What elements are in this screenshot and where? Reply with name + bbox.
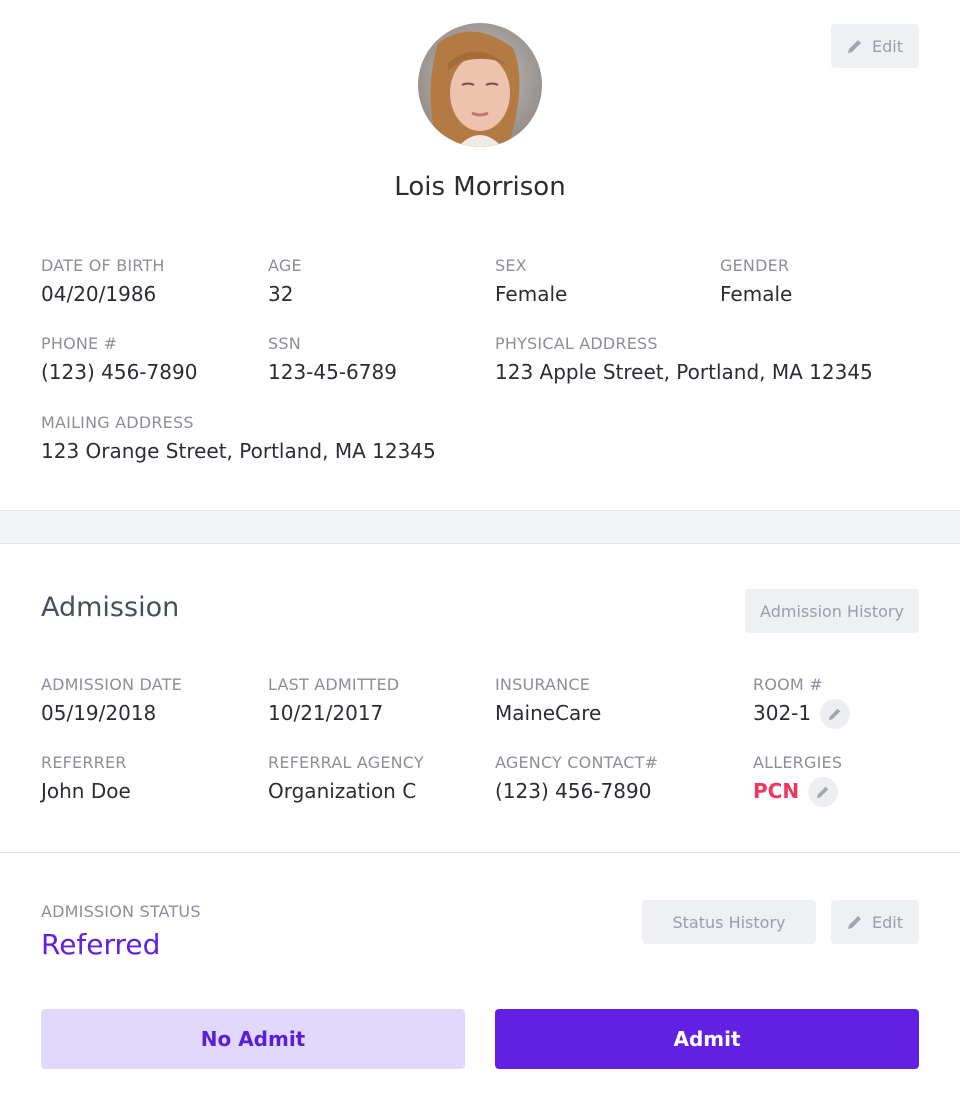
agency-contact-label: AGENCY CONTACT# — [495, 753, 659, 772]
physical-address-label: PHYSICAL ADDRESS — [495, 334, 658, 353]
edit-room-button[interactable] — [820, 699, 850, 729]
referral-agency-label: REFERRAL AGENCY — [268, 753, 424, 772]
age-label: AGE — [268, 256, 302, 275]
dob-value: 04/20/1986 — [41, 282, 157, 306]
pencil-icon — [828, 708, 841, 721]
no-admit-button[interactable]: No Admit — [41, 1009, 465, 1069]
phone-value: (123) 456-7890 — [41, 360, 198, 384]
admission-date-value: 05/19/2018 — [41, 701, 157, 725]
last-admitted-value: 10/21/2017 — [268, 701, 384, 725]
insurance-label: INSURANCE — [495, 675, 591, 694]
admission-history-label: Admission History — [760, 601, 904, 621]
status-divider — [0, 852, 960, 853]
age-value: 32 — [268, 282, 294, 306]
pencil-icon — [816, 786, 829, 799]
allergies-value: PCN — [753, 779, 800, 803]
section-divider — [0, 510, 960, 544]
phone-label: PHONE # — [41, 334, 118, 353]
mailing-address-label: MAILING ADDRESS — [41, 413, 194, 432]
edit-allergies-button[interactable] — [808, 777, 838, 807]
admit-label: Admit — [673, 1027, 741, 1051]
ssn-label: SSN — [268, 334, 301, 353]
status-edit-button[interactable]: Edit — [831, 900, 919, 944]
dob-label: DATE OF BIRTH — [41, 256, 165, 275]
patient-avatar — [418, 23, 542, 147]
admission-status-value: Referred — [41, 928, 161, 961]
patient-name: Lois Morrison — [394, 172, 566, 202]
physical-address-value: 123 Apple Street, Portland, MA 12345 — [495, 360, 873, 384]
pencil-icon — [848, 916, 861, 929]
profile-edit-button[interactable]: Edit — [831, 24, 919, 68]
admission-date-label: ADMISSION DATE — [41, 675, 182, 694]
admission-title: Admission — [41, 592, 180, 623]
admit-button[interactable]: Admit — [495, 1009, 919, 1069]
status-edit-label: Edit — [872, 912, 903, 932]
no-admit-label: No Admit — [200, 1027, 306, 1051]
status-history-button[interactable]: Status History — [642, 900, 816, 944]
pencil-icon — [848, 40, 861, 53]
last-admitted-label: LAST ADMITTED — [268, 675, 400, 694]
ssn-value: 123-45-6789 — [268, 360, 397, 384]
insurance-value: MaineCare — [495, 701, 602, 725]
agency-contact-value: (123) 456-7890 — [495, 779, 652, 803]
referrer-label: REFERRER — [41, 753, 127, 772]
profile-edit-label: Edit — [872, 36, 903, 56]
allergies-label: ALLERGIES — [753, 753, 843, 772]
status-history-label: Status History — [672, 912, 786, 932]
room-value: 302-1 — [753, 701, 812, 725]
admission-status-label: ADMISSION STATUS — [41, 902, 201, 921]
gender-label: GENDER — [720, 256, 790, 275]
referral-agency-value: Organization C — [268, 779, 417, 803]
mailing-address-value: 123 Orange Street, Portland, MA 12345 — [41, 439, 436, 463]
referrer-value: John Doe — [41, 779, 131, 803]
gender-value: Female — [720, 282, 793, 306]
admission-history-button[interactable]: Admission History — [745, 589, 919, 633]
sex-label: SEX — [495, 256, 527, 275]
room-label: ROOM # — [753, 675, 823, 694]
sex-value: Female — [495, 282, 568, 306]
